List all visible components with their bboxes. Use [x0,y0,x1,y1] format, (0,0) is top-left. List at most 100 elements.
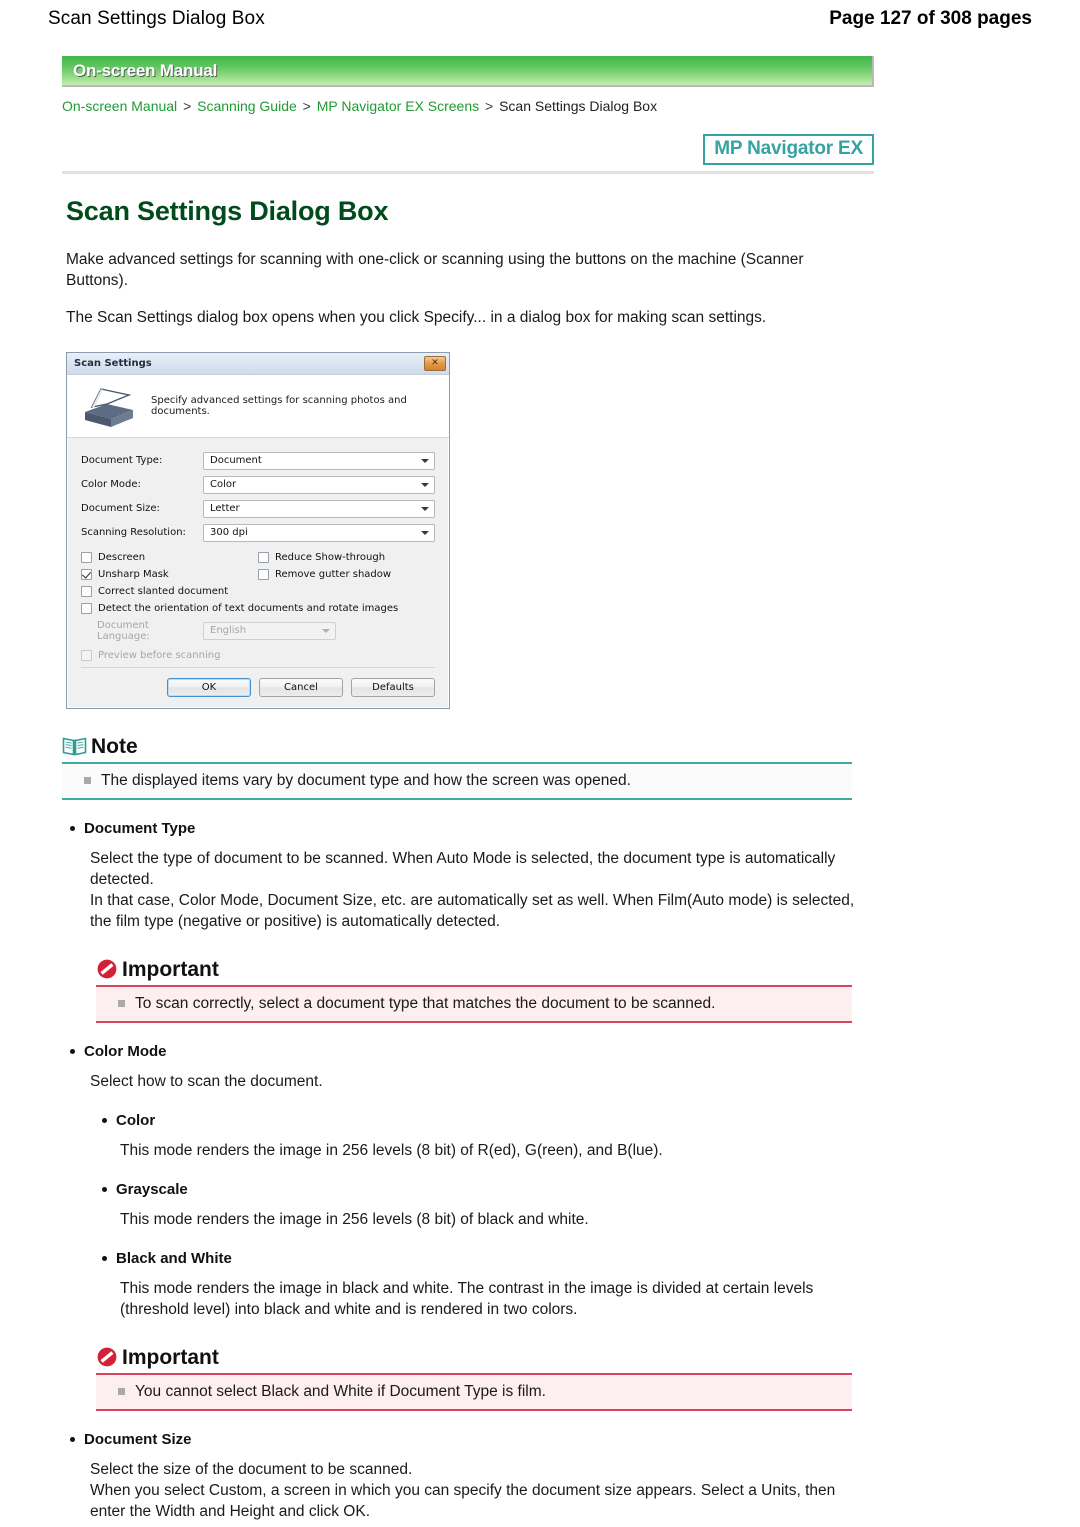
bullet-icon [70,1048,75,1054]
checkbox-icon [81,649,92,661]
checkbox-unsharp-mask[interactable]: Unsharp Mask [81,568,258,580]
checkbox-icon [81,551,92,563]
color-mode-select[interactable]: Color [203,475,435,494]
note-callout-header: Note [62,735,882,757]
important-item-text-1: To scan correctly, select a document typ… [135,994,716,1012]
checkbox-remove-gutter-shadow-label: Remove gutter shadow [275,568,392,580]
ok-button[interactable]: OK [167,677,251,697]
checkbox-icon [81,602,92,614]
subheading-color-label: Color [116,1111,156,1129]
color-mode-intro: Select how to scan the document. [90,1072,323,1090]
note-item: The displayed items vary by document typ… [62,771,852,791]
checkbox-reduce-show-through[interactable]: Reduce Show-through [258,551,435,563]
scanning-resolution-label: Scanning Resolution: [81,527,186,539]
intro-paragraph-2: The Scan Settings dialog box opens when … [66,308,767,326]
subheading-color: Color [102,1112,882,1129]
checkbox-remove-gutter-shadow[interactable]: Remove gutter shadow [258,568,435,580]
square-bullet-icon [84,776,91,784]
color-mode-grayscale-text: This mode renders the image in 256 level… [120,1210,589,1228]
checkbox-preview-before-scanning-label: Preview before scanning [98,649,221,661]
section-heading-document-size: Document Size [70,1431,882,1448]
header-doc-title: Scan Settings Dialog Box [48,8,265,29]
document-language-select: English [203,621,336,640]
field-color-mode: Color Mode: Color [81,475,435,494]
dialog-body: Document Type: Document Color Mode: Colo… [67,438,449,708]
options-column-right: Reduce Show-through Remove gutter shadow [258,551,435,603]
document-type-label: Document Type: [81,455,163,467]
subheading-black-and-white-label: Black and White [116,1249,232,1267]
prohibition-icon [96,1346,118,1368]
checkbox-descreen-label: Descreen [98,551,146,563]
field-document-size: Document Size: Letter [81,499,435,518]
scanner-icon [77,382,139,430]
checkbox-correct-slanted-document-label: Correct slanted document [98,585,229,597]
document-type-paragraph-2: In that case, Color Mode, Document Size,… [90,891,855,930]
document-size-select[interactable]: Letter [203,499,435,518]
checkbox-checked-icon [81,568,92,580]
color-mode-black-and-white-text: This mode renders the image in black and… [120,1279,814,1318]
checkbox-detect-orientation[interactable]: Detect the orientation of text documents… [81,602,435,614]
color-mode-value: Color [210,479,237,491]
important-callout-header-2: Important [96,1346,882,1368]
scan-settings-dialog-figure: Scan Settings ✕ Specify advanced setting… [66,351,882,709]
document-size-value: Letter [210,503,240,515]
checkbox-correct-slanted-document[interactable]: Correct slanted document [81,585,258,597]
breadcrumb-item-on-screen-manual[interactable]: On-screen Manual [62,98,177,114]
field-scanning-resolution: Scanning Resolution: 300 dpi [81,523,435,542]
intro-paragraph-1: Make advanced settings for scanning with… [66,250,804,289]
breadcrumb-separator: > [183,98,192,114]
breadcrumb: On-screen Manual > Scanning Guide > MP N… [62,98,882,114]
on-screen-manual-banner-label: On-screen Manual [73,60,218,80]
checkbox-icon [258,551,269,563]
options-columns: Descreen Unsharp Mask Correct slanted do… [81,551,435,603]
checkbox-unsharp-mask-label: Unsharp Mask [98,568,169,580]
checkbox-detect-orientation-label: Detect the orientation of text documents… [98,602,399,614]
field-document-type: Document Type: Document [81,451,435,470]
chevron-down-icon [421,530,429,535]
checkbox-reduce-show-through-label: Reduce Show-through [275,551,386,563]
book-icon [62,735,87,757]
scanning-resolution-select[interactable]: 300 dpi [203,523,435,542]
checkbox-descreen[interactable]: Descreen [81,551,258,563]
mp-navigator-ex-badge: MP Navigator EX [703,134,874,165]
important-item-text-2: You cannot select Black and White if Doc… [135,1382,546,1400]
chevron-down-icon [421,506,429,511]
dialog-options: Descreen Unsharp Mask Correct slanted do… [81,551,435,661]
dialog-banner: Specify advanced settings for scanning p… [67,374,449,438]
breadcrumb-item-mp-navigator-ex-screens[interactable]: MP Navigator EX Screens [317,98,479,114]
document-type-paragraph-1: Select the type of document to be scanne… [90,849,836,888]
header-divider [62,170,874,174]
important-callout-box-2: You cannot select Black and White if Doc… [96,1372,852,1411]
important-title-1: Important [122,957,219,981]
breadcrumb-item-scanning-guide[interactable]: Scanning Guide [197,98,297,114]
document-type-value: Document [210,455,262,467]
cancel-button[interactable]: Cancel [259,677,343,697]
field-document-language: Document Language: English [97,620,435,642]
bullet-icon [102,1255,107,1261]
section-heading-color-mode-label: Color Mode [84,1042,167,1060]
note-item-text: The displayed items vary by document typ… [101,771,631,789]
document-type-select[interactable]: Document [203,451,435,470]
section-heading-color-mode: Color Mode [70,1043,882,1060]
header-page-count: Page 127 of 308 pages [829,8,1032,29]
checkbox-preview-before-scanning: Preview before scanning [81,649,435,661]
subheading-black-and-white: Black and White [102,1250,882,1267]
color-mode-color-text: This mode renders the image in 256 level… [120,1141,663,1159]
document-size-label: Document Size: [81,503,160,515]
color-mode-label: Color Mode: [81,479,141,491]
checkbox-icon [258,568,269,580]
note-title: Note [91,734,138,758]
dialog-title: Scan Settings [74,357,152,369]
bullet-icon [70,1436,75,1442]
close-icon[interactable]: ✕ [424,355,446,371]
dialog-button-bar: OK Cancel Defaults [81,668,435,708]
breadcrumb-item-current: Scan Settings Dialog Box [499,98,658,114]
checkbox-icon [81,585,92,597]
document-size-paragraph-2: When you select Custom, a screen in whic… [90,1481,836,1520]
important-title-2: Important [122,1345,219,1369]
subheading-grayscale: Grayscale [102,1181,882,1198]
subheading-grayscale-label: Grayscale [116,1180,188,1198]
section-heading-document-type-label: Document Type [84,819,196,837]
bullet-icon [102,1186,107,1192]
defaults-button[interactable]: Defaults [351,677,435,697]
